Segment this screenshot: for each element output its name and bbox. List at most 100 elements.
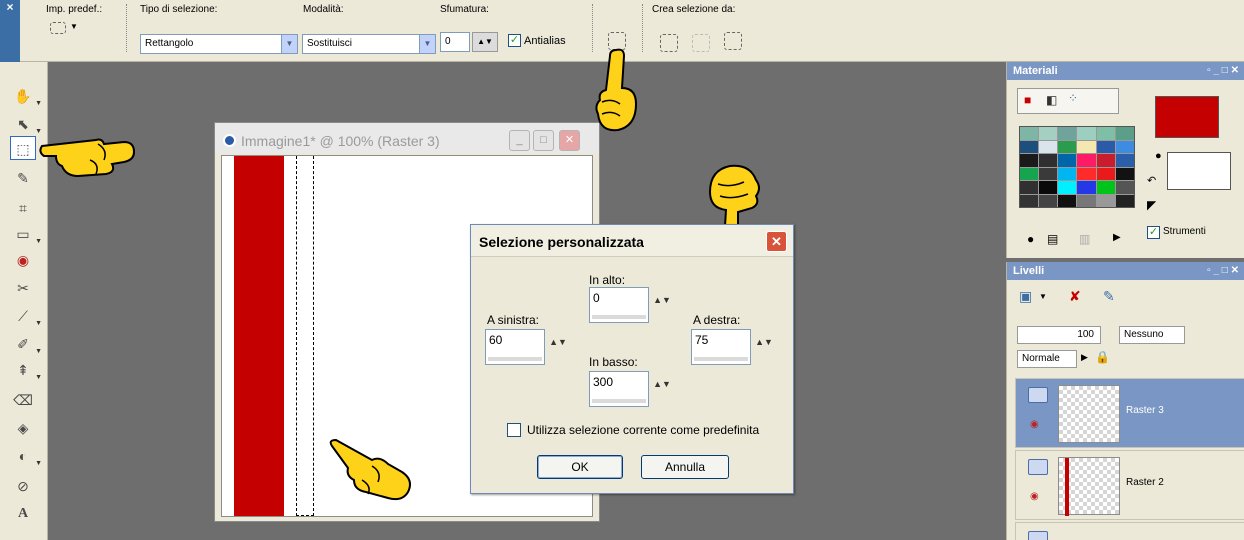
lighten-darken-icon[interactable]: ⇞ ▼ [10,358,42,382]
new-layer-icon[interactable]: ▣ [1019,288,1032,305]
pointing-hand-icon [39,138,136,178]
lock-icon[interactable]: 🔒 [1095,350,1110,364]
background-color-swatch[interactable] [1167,152,1231,190]
mode-value: Sostituisci [307,38,353,49]
minimize-button[interactable]: _ [509,130,530,151]
tools-checkbox[interactable]: ✓ [1147,226,1160,239]
eye-icon[interactable]: ◉ [1030,419,1046,430]
close-window-button[interactable]: ✕ [559,130,580,151]
foreground-color-swatch[interactable] [1155,96,1219,138]
chevron-down-icon[interactable]: ▼ [419,35,435,53]
clone-tool-icon[interactable]: ⟋ ▼ [10,304,42,328]
crop-tool-icon[interactable]: ⌗ [10,196,36,220]
default-colors-icon[interactable]: ◤ [1147,198,1156,212]
picture-tube-icon[interactable]: ⊘ [10,474,36,498]
selection-type-select[interactable]: Rettangolo ▼ [140,34,298,54]
layer-thumbnail [1058,457,1120,516]
eraser-icon[interactable]: ⌫ [10,388,36,412]
layer-properties-icon[interactable]: ✎ [1103,288,1115,305]
layers-title-bar[interactable]: Livelli ▫ _ □ ✕ [1007,262,1244,280]
layer-row[interactable] [1015,522,1244,540]
feather-spinner[interactable]: ▲▼ [472,32,498,52]
image-window-titlebar[interactable]: Immagine1* @ 100% (Raster 3) _ □ ✕ [215,123,599,153]
layer-visibility-icon[interactable] [1028,459,1048,475]
preset-dropdown-icon[interactable]: ▼ [70,22,78,31]
panel-controls[interactable]: ▫ _ □ ✕ [1207,65,1239,76]
dialog-close-button[interactable]: ✕ [766,231,787,252]
flood-fill-icon[interactable]: ◈ [10,416,36,440]
top-input[interactable]: 0 [589,287,649,323]
maximize-button[interactable]: □ [533,130,554,151]
preset-selection-icon[interactable] [50,22,66,34]
ok-button[interactable]: OK [537,455,623,479]
tab-frame-icon[interactable]: ■ [1024,93,1031,107]
paint-brush-icon[interactable]: ✐ ▼ [10,332,42,356]
pick-tool-icon[interactable]: ⬉ ▼ [10,112,42,136]
layer-thumbnail [1058,385,1120,443]
panel-controls[interactable]: ▫ _ □ ✕ [1207,265,1239,276]
left-spinner[interactable]: ▲▼ [547,331,569,353]
top-slider[interactable] [592,315,646,319]
left-slider[interactable] [488,357,542,361]
layer-name: Raster 3 [1126,405,1164,416]
antialias-checkbox[interactable]: ✓ [508,34,521,47]
layer-visibility-icon[interactable] [1028,387,1048,403]
selection-from-canvas-icon[interactable] [724,32,742,50]
dropper-tool-icon[interactable]: ✎ [10,166,36,190]
materials-bottom-icons: ● ▤ ▥ ▶ [1021,232,1141,252]
right-spinner[interactable]: ▲▼ [753,331,775,353]
text-tool-icon[interactable]: A [10,502,36,526]
selection-from-layer-icon[interactable] [660,34,678,52]
layer-row[interactable]: ◉ Raster 2 [1015,450,1244,520]
tab-rainbow-icon[interactable]: ◧ [1046,93,1057,107]
close-icon[interactable]: × [0,0,20,14]
right-slider[interactable] [694,357,748,361]
chevron-down-icon[interactable]: ▼ [1039,292,1047,301]
red-eye-tool-icon[interactable]: ◉ [10,248,36,272]
swap-colors-icon[interactable]: ↶ [1147,174,1156,187]
mask-field[interactable]: Nessuno [1119,326,1185,344]
eye-icon[interactable]: ◉ [1030,491,1046,502]
chevron-right-icon[interactable]: ▶ [1113,232,1121,243]
blend-mode-select[interactable]: Normale [1017,350,1077,368]
pointing-hand-icon [595,48,638,132]
top-spinner[interactable]: ▲▼ [651,289,673,311]
dialog-titlebar[interactable]: Selezione personalizzata ✕ [471,225,793,257]
right-input[interactable]: 75 [691,329,751,365]
dialog-title: Selezione personalizzata [479,234,644,250]
bottom-spinner[interactable]: ▲▼ [651,373,673,395]
delete-layer-icon[interactable]: ✘ [1069,288,1081,305]
separator [642,4,643,52]
cancel-button[interactable]: Annulla [641,455,729,479]
makeover-tool-icon[interactable]: ✂ [10,276,36,300]
left-input[interactable]: 60 [485,329,545,365]
opacity-field[interactable]: 100 [1017,326,1101,344]
mode-select[interactable]: Sostituisci ▼ [302,34,436,54]
texture-mode-icon[interactable]: ▤ [1047,232,1058,246]
left-label: A sinistra: [487,313,540,327]
use-current-checkbox[interactable] [507,423,521,437]
bottom-input[interactable]: 300 [589,371,649,407]
materials-title-bar[interactable]: Materiali ▫ _ □ ✕ [1007,62,1244,80]
bottom-slider[interactable] [592,399,646,403]
selection-from-mask-icon[interactable] [692,34,710,52]
target-icon[interactable]: ● [1155,150,1162,162]
chevron-down-icon[interactable]: ▼ [281,35,297,53]
straighten-tool-icon[interactable]: ▭ ▼ [10,222,42,246]
swatches-grid[interactable] [1019,126,1135,208]
color-replacer-icon[interactable]: ◐ ▼ [10,444,42,468]
tab-swatches-icon[interactable]: ⁘ [1068,91,1078,105]
layers-title: Livelli [1013,265,1045,277]
selection-tool-icon[interactable]: ⬚ [10,136,36,160]
layer-visibility-icon[interactable] [1028,531,1048,540]
options-bar-handle[interactable]: × [0,0,20,62]
right-value: 75 [695,333,709,347]
color-mode-icon[interactable]: ● [1027,232,1034,246]
selection-type-label: Tipo di selezione: [140,4,218,15]
layer-row[interactable]: ◉ Raster 3 [1015,378,1244,448]
tools-checkbox-label: Strumenti [1163,226,1206,237]
feather-input[interactable]: 0 [440,32,470,52]
selection-marquee [296,156,314,516]
chevron-right-icon[interactable]: ▶ [1081,352,1088,363]
pan-tool-icon[interactable]: ✋ ▼ [10,84,42,108]
